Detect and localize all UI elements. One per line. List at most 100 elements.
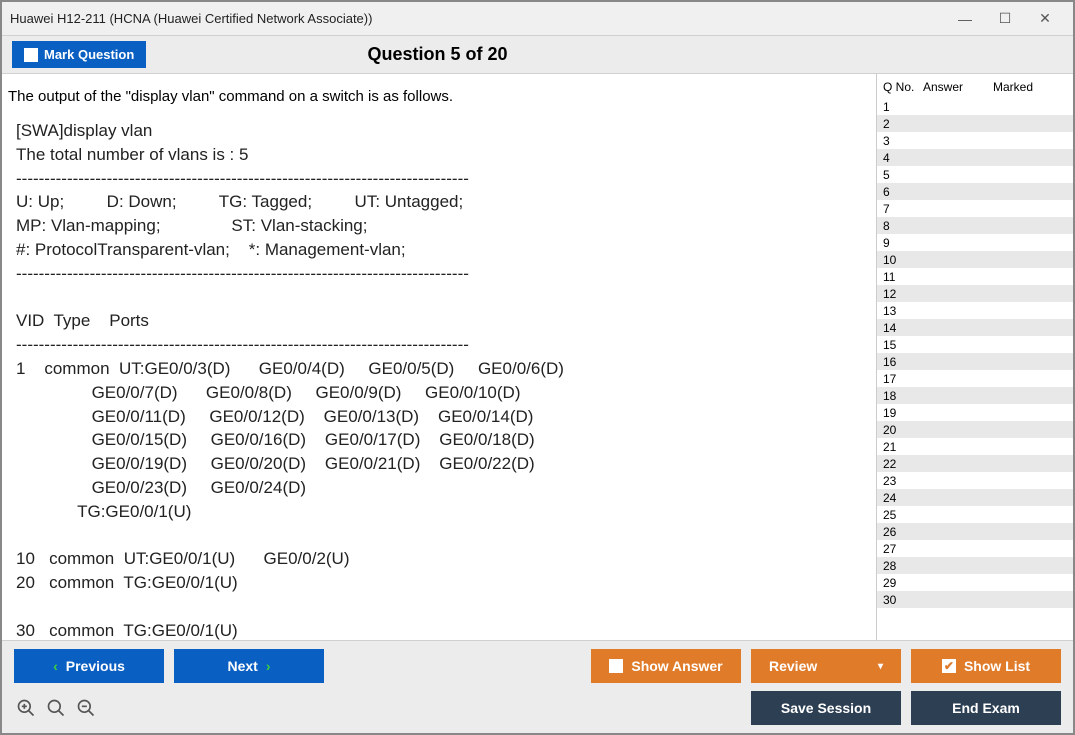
question-nav-row[interactable]: 5 [877, 166, 1073, 183]
question-nav-row[interactable]: 2 [877, 115, 1073, 132]
question-nav-row[interactable]: 3 [877, 132, 1073, 149]
question-nav-number: 1 [883, 100, 923, 114]
question-prompt: The output of the "display vlan" command… [8, 88, 856, 105]
question-toolbar: Mark Question Question 5 of 20 [2, 36, 1073, 74]
question-nav-number: 22 [883, 457, 923, 471]
zoom-out-icon[interactable] [74, 696, 98, 720]
chevron-right-icon: › [266, 658, 271, 674]
question-nav-number: 26 [883, 525, 923, 539]
end-exam-button[interactable]: End Exam [911, 691, 1061, 725]
show-list-label: Show List [964, 658, 1030, 674]
zoom-in-icon[interactable] [14, 696, 38, 720]
app-window: Huawei H12-211 (HCNA (Huawei Certified N… [0, 0, 1075, 735]
question-nav-row[interactable]: 12 [877, 285, 1073, 302]
cli-output: [SWA]display vlan The total number of vl… [6, 119, 856, 640]
question-nav-row[interactable]: 18 [877, 387, 1073, 404]
question-nav-row[interactable]: 23 [877, 472, 1073, 489]
question-content-wrap: The output of the "display vlan" command… [2, 74, 877, 640]
minimize-button[interactable]: — [945, 5, 985, 33]
question-nav-row[interactable]: 4 [877, 149, 1073, 166]
question-nav-row[interactable]: 19 [877, 404, 1073, 421]
question-nav-row[interactable]: 17 [877, 370, 1073, 387]
checkbox-empty-icon [609, 659, 623, 673]
question-nav-row[interactable]: 13 [877, 302, 1073, 319]
question-nav-row[interactable]: 27 [877, 540, 1073, 557]
title-bar: Huawei H12-211 (HCNA (Huawei Certified N… [2, 2, 1073, 36]
question-nav-number: 3 [883, 134, 923, 148]
question-nav-row[interactable]: 11 [877, 268, 1073, 285]
close-button[interactable]: ✕ [1025, 5, 1065, 33]
question-nav-number: 23 [883, 474, 923, 488]
question-nav-number: 21 [883, 440, 923, 454]
question-nav-number: 9 [883, 236, 923, 250]
question-nav-row[interactable]: 9 [877, 234, 1073, 251]
question-content-scroll[interactable]: The output of the "display vlan" command… [2, 74, 862, 640]
end-exam-label: End Exam [952, 700, 1020, 716]
question-nav-row[interactable]: 21 [877, 438, 1073, 455]
zoom-reset-icon[interactable] [44, 696, 68, 720]
previous-button[interactable]: ‹ Previous [14, 649, 164, 683]
question-nav-row[interactable]: 15 [877, 336, 1073, 353]
footer-row-secondary: Save Session End Exam [14, 691, 1061, 725]
question-nav-row[interactable]: 25 [877, 506, 1073, 523]
next-label: Next [227, 658, 257, 674]
question-nav-row[interactable]: 8 [877, 217, 1073, 234]
main-area: The output of the "display vlan" command… [2, 74, 1073, 640]
question-nav-number: 18 [883, 389, 923, 403]
maximize-button[interactable]: ☐ [985, 5, 1025, 33]
question-nav-number: 13 [883, 304, 923, 318]
question-nav-number: 25 [883, 508, 923, 522]
question-nav-panel: Q No. Answer Marked 12345678910111213141… [877, 74, 1073, 640]
question-nav-number: 16 [883, 355, 923, 369]
question-nav-number: 29 [883, 576, 923, 590]
col-marked-label: Marked [993, 80, 1069, 94]
question-nav-number: 12 [883, 287, 923, 301]
question-heading: Question 5 of 20 [2, 44, 873, 65]
question-nav-number: 15 [883, 338, 923, 352]
question-nav-number: 14 [883, 321, 923, 335]
next-button[interactable]: Next › [174, 649, 324, 683]
question-nav-row[interactable]: 6 [877, 183, 1073, 200]
chevron-left-icon: ‹ [53, 658, 58, 674]
zoom-controls [14, 696, 98, 720]
question-nav-row[interactable]: 1 [877, 98, 1073, 115]
question-nav-number: 20 [883, 423, 923, 437]
question-nav-number: 5 [883, 168, 923, 182]
question-nav-row[interactable]: 20 [877, 421, 1073, 438]
question-nav-number: 8 [883, 219, 923, 233]
question-nav-row[interactable]: 22 [877, 455, 1073, 472]
previous-label: Previous [66, 658, 125, 674]
show-answer-label: Show Answer [631, 658, 722, 674]
question-nav-header: Q No. Answer Marked [877, 74, 1073, 98]
checkbox-checked-icon [942, 659, 956, 673]
footer-bar: ‹ Previous Next › Show Answer Review ▾ S… [2, 640, 1073, 733]
question-nav-row[interactable]: 7 [877, 200, 1073, 217]
question-nav-number: 24 [883, 491, 923, 505]
question-nav-row[interactable]: 14 [877, 319, 1073, 336]
col-answer-label: Answer [923, 80, 993, 94]
show-answer-button[interactable]: Show Answer [591, 649, 741, 683]
question-nav-number: 19 [883, 406, 923, 420]
footer-row-main: ‹ Previous Next › Show Answer Review ▾ S… [14, 649, 1061, 683]
save-session-button[interactable]: Save Session [751, 691, 901, 725]
question-nav-row[interactable]: 10 [877, 251, 1073, 268]
review-dropdown[interactable]: Review ▾ [751, 649, 901, 683]
question-nav-row[interactable]: 16 [877, 353, 1073, 370]
question-nav-row[interactable]: 30 [877, 591, 1073, 608]
question-nav-number: 28 [883, 559, 923, 573]
question-nav-row[interactable]: 28 [877, 557, 1073, 574]
show-list-button[interactable]: Show List [911, 649, 1061, 683]
question-nav-number: 11 [883, 270, 923, 284]
question-nav-number: 2 [883, 117, 923, 131]
question-nav-row[interactable]: 29 [877, 574, 1073, 591]
question-nav-row[interactable]: 24 [877, 489, 1073, 506]
window-title: Huawei H12-211 (HCNA (Huawei Certified N… [10, 11, 372, 26]
review-label: Review [769, 658, 817, 674]
question-nav-list[interactable]: 1234567891011121314151617181920212223242… [877, 98, 1073, 640]
col-qno-label: Q No. [883, 80, 923, 94]
question-nav-number: 6 [883, 185, 923, 199]
question-nav-number: 10 [883, 253, 923, 267]
question-nav-row[interactable]: 26 [877, 523, 1073, 540]
caret-down-icon: ▾ [878, 661, 883, 672]
question-nav-number: 30 [883, 593, 923, 607]
